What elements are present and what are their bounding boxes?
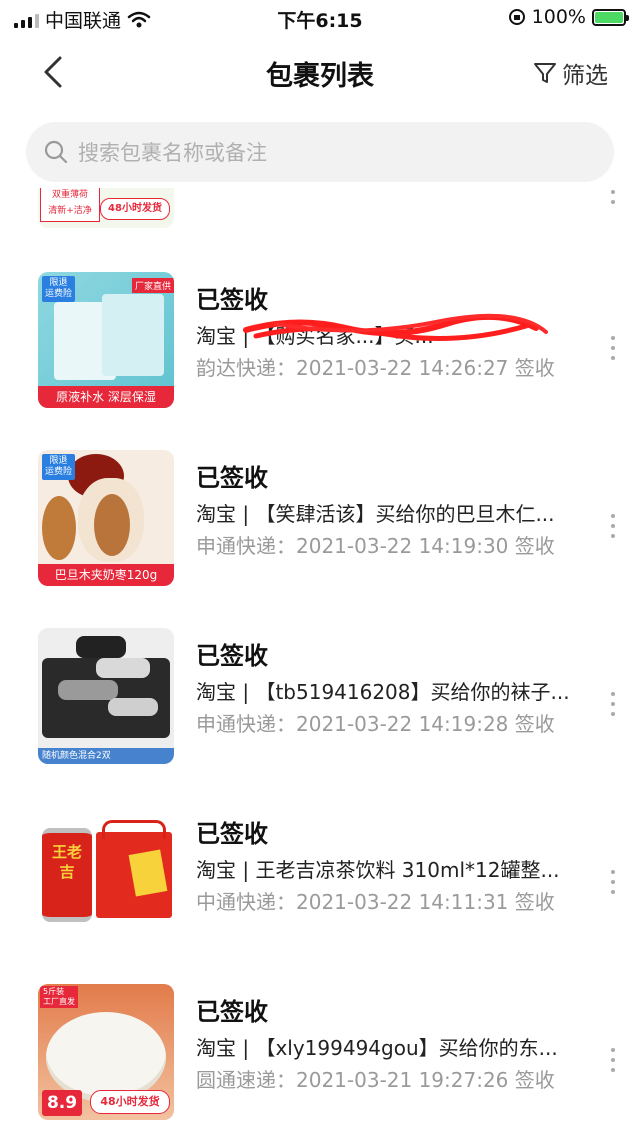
search-placeholder: 搜索包裹名称或备注 bbox=[78, 141, 267, 165]
thumb-tag: 5斤装 工厂直发 bbox=[40, 986, 78, 1008]
delivery-status: 已签收 bbox=[196, 642, 268, 670]
list-item[interactable]: 5斤装 工厂直发 8.9 48小时发货 已签收 淘宝 | 【xly199494g… bbox=[0, 984, 640, 1122]
list-item[interactable]: 限退 运费险 巴旦木夹奶枣120g 已签收 淘宝 | 【笑肆活该】买给你的巴旦木… bbox=[0, 450, 640, 588]
thumb-text: 48小时发货 bbox=[100, 198, 170, 220]
thumb-label: 随机颜色混合2双 bbox=[38, 748, 174, 764]
more-menu-icon[interactable] bbox=[610, 692, 616, 716]
delivery-status: 已签收 bbox=[196, 820, 268, 848]
package-title: 淘宝 | 【xly199494gou】买给你的东... bbox=[196, 1036, 558, 1060]
thumb-badge: 限退 运费险 bbox=[42, 276, 76, 302]
package-title: 淘宝 | 【购买名家...】买... bbox=[196, 324, 434, 348]
thumb-text: 双重薄荷 bbox=[51, 190, 88, 200]
package-list[interactable]: 双重薄荷 清新+洁净 48小时发货 限退 运费险 厂家直供 原液补水 深层保湿 … bbox=[0, 188, 640, 1138]
filter-button[interactable]: 筛选 bbox=[532, 56, 608, 90]
nav-bar: 包裹列表 筛选 bbox=[0, 36, 640, 108]
more-menu-icon[interactable] bbox=[610, 336, 616, 360]
courier-time: 申通快递：2021-03-22 14:19:30 签收 bbox=[196, 534, 555, 558]
package-title: 淘宝 | 王老吉凉茶饮料 310ml*12罐整... bbox=[196, 858, 560, 882]
package-title: 淘宝 | 【笑肆活该】买给你的巴旦木仁... bbox=[196, 502, 555, 526]
thumb-label: 原液补水 深层保湿 bbox=[38, 386, 174, 408]
thumb-price: 8.9 bbox=[42, 1090, 82, 1116]
product-thumbnail: 限退 运费险 厂家直供 原液补水 深层保湿 bbox=[38, 272, 174, 408]
list-item[interactable]: 随机颜色混合2双 已签收 淘宝 | 【tb519416208】买给你的袜子...… bbox=[0, 628, 640, 766]
courier-time: 申通快递：2021-03-22 14:19:28 签收 bbox=[196, 712, 555, 736]
delivery-status: 已签收 bbox=[196, 286, 268, 314]
thumb-label: 48小时发货 bbox=[90, 1090, 170, 1114]
battery-percent: 100% bbox=[531, 6, 586, 28]
search-bar[interactable]: 搜索包裹名称或备注 bbox=[26, 122, 614, 182]
delivery-status: 已签收 bbox=[196, 464, 268, 492]
thumb-tag: 厂家直供 bbox=[131, 278, 174, 293]
product-thumbnail: 王老吉 bbox=[38, 806, 174, 942]
delivery-status: 已签收 bbox=[196, 998, 268, 1026]
list-item[interactable]: 王老吉 已签收 淘宝 | 王老吉凉茶饮料 310ml*12罐整... 中通快递：… bbox=[0, 806, 640, 944]
courier-time: 圆通速递：2021-03-21 19:27:26 签收 bbox=[196, 1068, 555, 1092]
product-thumbnail: 5斤装 工厂直发 8.9 48小时发货 bbox=[38, 984, 174, 1120]
courier-time: 韵达快递：2021-03-22 14:26:27 签收 bbox=[196, 356, 555, 380]
thumb-text: 清新+洁净 bbox=[48, 206, 92, 216]
search-icon bbox=[44, 140, 68, 164]
battery-fill bbox=[595, 11, 623, 23]
product-thumbnail: 随机颜色混合2双 bbox=[38, 628, 174, 764]
battery-icon bbox=[592, 8, 629, 26]
more-menu-icon[interactable] bbox=[610, 1048, 616, 1072]
more-menu-icon[interactable] bbox=[610, 514, 616, 538]
funnel-icon bbox=[534, 63, 556, 83]
filter-label: 筛选 bbox=[562, 63, 608, 89]
product-thumbnail: 限退 运费险 巴旦木夹奶枣120g bbox=[38, 450, 174, 586]
can-text: 王老吉 bbox=[51, 843, 82, 881]
more-menu-icon[interactable] bbox=[610, 188, 616, 204]
package-title: 淘宝 | 【tb519416208】买给你的袜子... bbox=[196, 680, 570, 704]
product-thumbnail: 双重薄荷 清新+洁净 48小时发货 bbox=[38, 188, 174, 228]
status-bar: 中国联通 下午6:15 100% bbox=[0, 0, 640, 36]
more-menu-icon[interactable] bbox=[610, 870, 616, 894]
list-item[interactable]: 限退 运费险 厂家直供 原液补水 深层保湿 已签收 淘宝 | 【购买名家...】… bbox=[0, 272, 640, 410]
thumb-badge: 限退 运费险 bbox=[42, 454, 76, 480]
courier-time: 中通快递：2021-03-22 14:11:31 签收 bbox=[196, 890, 555, 914]
list-item-partial[interactable]: 双重薄荷 清新+洁净 48小时发货 bbox=[0, 188, 640, 230]
thumb-label: 巴旦木夹奶枣120g bbox=[38, 564, 174, 586]
rotation-lock-icon bbox=[508, 9, 525, 25]
